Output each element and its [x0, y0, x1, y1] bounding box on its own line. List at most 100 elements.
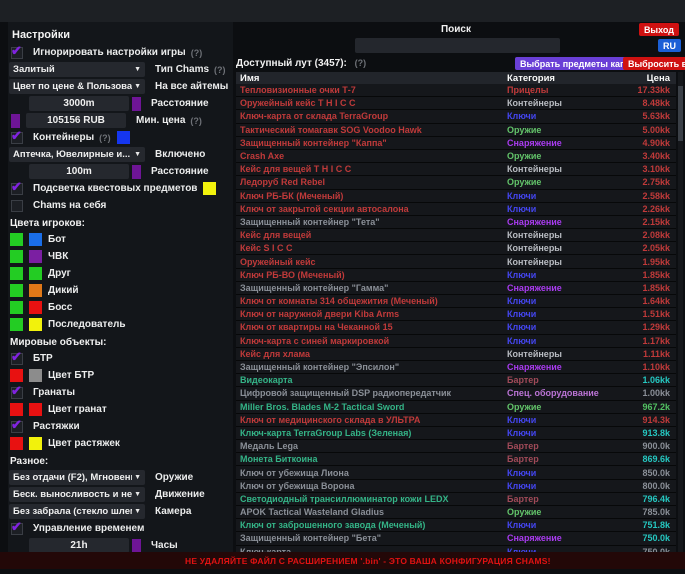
color-swatch[interactable] [10, 250, 23, 263]
table-row[interactable]: Ключ от убежища ВоронаКлючи800.0k [236, 480, 676, 493]
dropdown[interactable]: Беск. выносливость и нет уста▼ [9, 487, 145, 502]
table-row[interactable]: Ключ от наружной двери Kiba ArmsКлючи1.5… [236, 308, 676, 321]
table-row[interactable]: Ледоруб Red RebelОружие2.75kk [236, 176, 676, 189]
text-input[interactable]: 105156 RUB [26, 113, 126, 128]
select-kappa-items-button[interactable]: Выбрать предметы каппа [515, 57, 641, 70]
color-swatch[interactable] [29, 284, 42, 297]
table-row[interactable]: Оружейный кейсКонтейнеры1.95kk [236, 255, 676, 268]
checkbox[interactable] [11, 200, 23, 212]
item-category: Ключи [507, 481, 612, 491]
checkbox[interactable]: ✔ [11, 132, 23, 144]
table-row[interactable]: Кейс S I C CКонтейнеры2.05kk [236, 242, 676, 255]
column-name[interactable]: Имя [236, 73, 507, 84]
checkmark-icon: ✔ [11, 349, 22, 365]
dropdown[interactable]: Без отдачи (F2), Мгновенное п▼ [9, 470, 145, 485]
column-price[interactable]: Цена [612, 73, 676, 84]
color-swatch[interactable] [10, 284, 23, 297]
text-input[interactable]: 21h [29, 538, 129, 553]
color-swatch[interactable] [29, 267, 42, 280]
color-swatch[interactable] [29, 318, 42, 331]
drop-all-button[interactable]: Выбросить все [623, 57, 685, 70]
table-row[interactable]: Ключ РБ-БК (Меченый)Ключи2.58kk [236, 190, 676, 203]
table-row[interactable]: Кейс для вещейКонтейнеры2.08kk [236, 229, 676, 242]
color-swatch[interactable] [29, 437, 42, 450]
color-swatch[interactable] [132, 97, 141, 111]
table-row[interactable]: Цифровой защищенный DSP радиопередатчикС… [236, 387, 676, 400]
color-swatch[interactable] [203, 182, 216, 195]
color-swatch[interactable] [132, 539, 141, 553]
table-row[interactable]: ВидеокартаБартер1.06kk [236, 374, 676, 387]
table-row[interactable]: Ключ от комнаты 314 общежития (Меченый)К… [236, 295, 676, 308]
color-swatch[interactable] [10, 267, 23, 280]
color-swatch[interactable] [10, 437, 23, 450]
color-swatch[interactable] [10, 403, 23, 416]
color-swatch[interactable] [29, 301, 42, 314]
table-row[interactable]: Ключ-карта с синей маркировкойКлючи1.17k… [236, 335, 676, 348]
table-row[interactable]: Защищенный контейнер "Эпсилон"Снаряжение… [236, 361, 676, 374]
scrollbar[interactable] [678, 72, 683, 552]
help-icon[interactable]: (?) [355, 58, 367, 68]
table-row[interactable]: Оружейный кейс T H I C CКонтейнеры8.48kk [236, 97, 676, 110]
dropdown[interactable]: Аптечка, Ювелирные и...▼ [9, 147, 145, 162]
help-icon[interactable]: (?) [214, 65, 226, 75]
color-swatch[interactable] [10, 369, 23, 382]
table-row[interactable]: Защищенный контейнер "Гамма"Снаряжение1.… [236, 282, 676, 295]
color-swatch[interactable] [29, 369, 42, 382]
table-row[interactable]: Защищенный контейнер "Бета"Снаряжение750… [236, 532, 676, 545]
column-category[interactable]: Категория [507, 73, 612, 84]
table-row[interactable]: Защищенный контейнер "Тета"Снаряжение2.1… [236, 216, 676, 229]
color-swatch[interactable] [29, 403, 42, 416]
checkbox[interactable]: ✔ [11, 47, 23, 59]
color-swatch[interactable] [132, 165, 141, 179]
table-row[interactable]: Светодиодный трансиллюминатор кожи LEDXБ… [236, 493, 676, 506]
color-swatch[interactable] [10, 318, 23, 331]
help-icon[interactable]: (?) [99, 133, 111, 143]
table-row[interactable]: Кейс для хламаКонтейнеры1.11kk [236, 348, 676, 361]
color-swatch[interactable] [29, 250, 42, 263]
table-row[interactable]: Ключ от медицинского склада в УЛЬТРАКлюч… [236, 414, 676, 427]
table-row[interactable]: Тактический томагавк SOG Voodoo HawkОруж… [236, 124, 676, 137]
table-row[interactable]: Тепловизионные очки Т-7Прицелы17.33kk [236, 84, 676, 97]
text-input[interactable]: 100m [29, 164, 129, 179]
dropdown[interactable]: Без забрала (стекло шлема)▼ [9, 504, 145, 519]
color-swatch[interactable] [10, 301, 23, 314]
checkbox[interactable]: ✔ [11, 183, 23, 195]
color-swatch[interactable] [10, 233, 23, 246]
dropdown[interactable]: Залитый▼ [9, 62, 145, 77]
table-row[interactable]: APOK Tactical Wasteland GladiusОружие785… [236, 506, 676, 519]
table-row[interactable]: Ключ от убежища ЛионаКлючи850.0k [236, 466, 676, 479]
exit-button[interactable]: Выход [639, 23, 679, 36]
setting-label: Цвет гранат [48, 404, 107, 415]
help-icon[interactable]: (?) [190, 116, 202, 126]
language-button[interactable]: RU [658, 39, 681, 52]
dropdown[interactable]: Цвет по цене & Пользователь▼ [9, 79, 145, 94]
color-swatch[interactable] [117, 131, 130, 144]
table-row[interactable]: Miller Bros. Blades M-2 Tactical SwordОр… [236, 401, 676, 414]
item-name: Защищенный контейнер "Тета" [236, 217, 507, 227]
color-swatch[interactable] [11, 114, 20, 128]
table-row[interactable]: Медаль LegaБартер900.0k [236, 440, 676, 453]
table-row[interactable]: Ключ от квартиры на Чеканной 15Ключи1.29… [236, 321, 676, 334]
item-category: Бартер [507, 375, 612, 385]
item-price: 785.0k [612, 507, 676, 517]
checkbox[interactable]: ✔ [11, 353, 23, 365]
help-icon[interactable]: (?) [191, 48, 203, 58]
table-row[interactable]: Ключ-карта от склада TerraGroupКлючи5.63… [236, 110, 676, 123]
text-input[interactable]: 3000m [29, 96, 129, 111]
color-swatch[interactable] [29, 233, 42, 246]
scrollbar-thumb[interactable] [678, 86, 683, 141]
table-row[interactable]: Монета БиткоинаБартер869.6k [236, 453, 676, 466]
table-row[interactable]: Кейс для вещей T H I C CКонтейнеры3.10kk [236, 163, 676, 176]
table-row[interactable]: Ключ-карта TerraGroup Labs (Зеленая)Ключ… [236, 427, 676, 440]
table-row[interactable]: Ключ от закрытой секции автосалонаКлючи2… [236, 203, 676, 216]
checkbox[interactable]: ✔ [11, 523, 23, 535]
chevron-down-icon: ▼ [134, 491, 141, 498]
checkbox[interactable]: ✔ [11, 387, 23, 399]
search-input[interactable] [355, 38, 560, 53]
table-row[interactable]: Ключ РБ-ВО (Меченый)Ключи1.85kk [236, 269, 676, 282]
table-row[interactable]: Ключ от заброшенного завода (Меченый)Клю… [236, 519, 676, 532]
table-row[interactable]: Crash AxeОружие3.40kk [236, 150, 676, 163]
checkbox[interactable]: ✔ [11, 421, 23, 433]
table-row[interactable]: Защищенный контейнер "Каппа"Снаряжение4.… [236, 137, 676, 150]
settings-row: Chams на себя [9, 197, 233, 214]
